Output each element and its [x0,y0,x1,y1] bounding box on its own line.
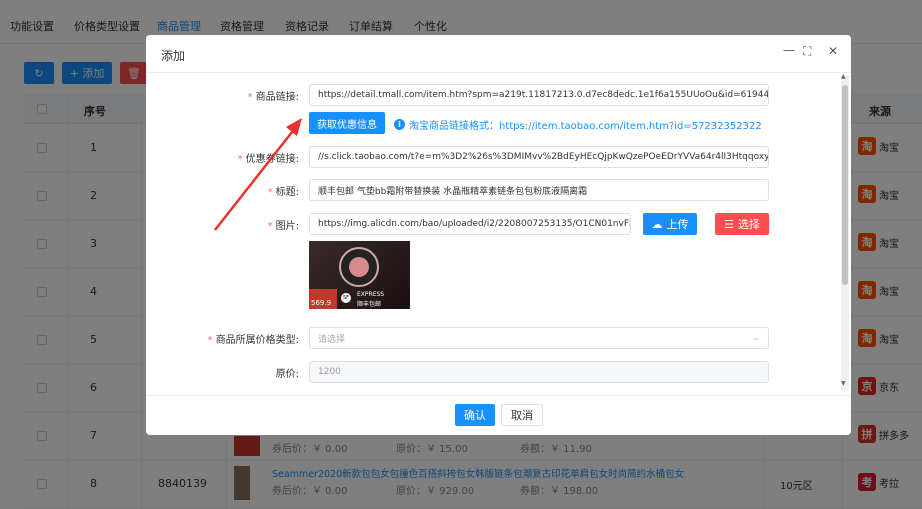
image-preview: 569.9 SF EXPRESS 顺丰包邮 [309,241,410,309]
fetch-coupon-info-button[interactable]: 获取优惠信息 [309,112,385,134]
taobao-link-hint: i 淘宝商品链接格式：https://item.taobao.com/item.… [394,117,762,132]
product-link-label: * 商品链接: [247,92,299,103]
select-image-button[interactable]: ☰ 选择 [715,213,769,235]
title-label: * 标题: [267,187,299,198]
dialog-header-divider [146,72,851,73]
original-price-label: 原价: [275,369,299,380]
scroll-up-arrow-icon[interactable]: ▲ [841,73,846,80]
confirm-button[interactable]: 确认 [455,404,495,426]
dialog-title: 添加 [161,49,186,63]
price-type-label: * 商品所属价格类型: [207,335,299,346]
title-input[interactable]: 顺丰包邮 气垫bb霜附带替换装 水晶瓶精萃素链条包包粉底液隔离霜 [309,179,769,201]
scrollbar-thumb[interactable] [842,85,848,285]
cloud-upload-icon: ☁ [651,217,663,231]
image-url-input[interactable]: https://img.alicdn.com/bao/uploaded/i2/2… [309,213,631,235]
scroll-down-arrow-icon[interactable]: ▼ [841,380,846,387]
image-label: * 图片: [267,221,299,232]
coupon-link-label: * 优惠券链接: [237,154,299,165]
cancel-button[interactable]: 取消 [501,404,543,426]
price-type-select[interactable]: 请选择 ⌄ [309,327,769,349]
product-link-input[interactable]: https://detail.tmall.com/item.htm?spm=a2… [309,84,769,106]
fullscreen-icon[interactable]: ⛶ [803,44,811,59]
sf-free-shipping-label: 顺丰包邮 [357,301,382,308]
price-tag: 569.9 [309,289,337,309]
add-dialog: 添加 — ⛶ ✕ * 商品链接: https://detail.tmall.com… [146,35,851,435]
dialog-scrollbar[interactable]: ▲ ▼ [841,73,849,390]
info-icon: i [394,119,405,130]
upload-button[interactable]: ☁ 上传 [643,213,697,235]
coupon-link-input[interactable]: //s.click.taobao.com/t?e=m%3D2%26s%3DMIM… [309,146,769,168]
close-icon[interactable]: ✕ [828,44,838,58]
sf-logo-icon: SF [341,293,351,303]
compact-powder-image [349,257,369,277]
express-label: EXPRESS [357,291,385,298]
list-icon: ☰ [724,217,734,231]
chevron-down-icon: ⌄ [752,333,760,343]
minimize-icon[interactable]: — [783,43,795,57]
original-price-input[interactable]: 1200 [309,361,769,383]
dialog-footer-divider [146,395,851,396]
